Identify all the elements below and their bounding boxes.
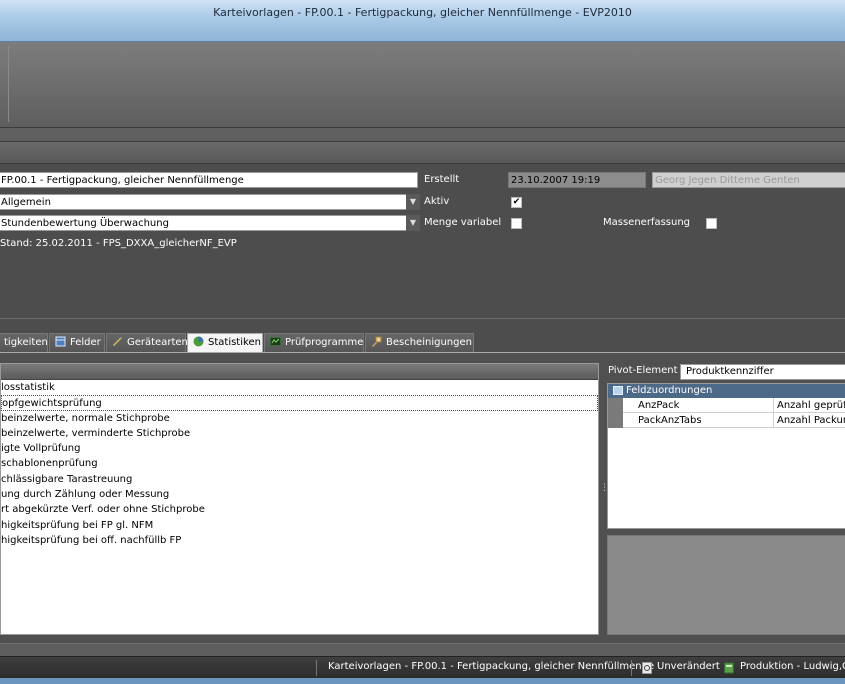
database-icon — [724, 662, 735, 674]
ribbon-separator — [8, 46, 9, 122]
chart-icon — [193, 336, 204, 347]
cell-key[interactable]: AnzPack — [638, 398, 679, 413]
field-mapping-grid[interactable]: Feldzuordnungen AnzPack Anzahl geprüft P… — [607, 383, 845, 529]
template-form: FP.00.1 - Fertigpackung, gleicher Nennfü… — [0, 164, 845, 318]
evaluation-dropdown-icon[interactable]: ▼ — [406, 215, 420, 231]
statusbar-divider — [316, 660, 317, 676]
category-select[interactable]: Allgemein — [0, 194, 407, 210]
window-title: Karteivorlagen - FP.00.1 - Fertigpackung… — [213, 6, 632, 19]
list-item[interactable]: higkeitsprüfung bei off. nachfüllb FP — [1, 533, 598, 548]
pivot-element-field[interactable]: Produktkennziffer — [680, 364, 845, 380]
statusbar-document: Karteivorlagen - FP.00.1 - Fertigpackung… — [328, 661, 655, 672]
aktiv-label: Aktiv — [424, 196, 450, 207]
menge-variabel-checkbox[interactable] — [511, 218, 522, 229]
aktiv-checkbox[interactable]: ✔ — [511, 197, 522, 208]
category-dropdown-icon[interactable]: ▼ — [406, 194, 420, 210]
row-indicator — [608, 413, 623, 428]
status-text: Stand: 25.02.2011 - FPS_DXXA_gleicherNF_… — [0, 238, 237, 249]
footer-band — [0, 643, 845, 656]
program-icon — [270, 336, 281, 347]
group-icon — [613, 386, 623, 395]
tab-statistiken[interactable]: Statistiken — [187, 333, 263, 353]
list-header — [1, 364, 598, 380]
statusbar-user: Produktion - Ludwig,Ge — [740, 661, 845, 672]
tab-bescheinigungen[interactable]: Bescheinigungen — [365, 333, 474, 353]
table-row[interactable]: PackAnzTabs Anzahl Packun — [608, 413, 845, 428]
created-date-field: 23.10.2007 19:19 — [508, 172, 646, 188]
section-band — [0, 128, 845, 142]
list-item[interactable]: beinzelwerte, verminderte Stichprobe — [1, 426, 598, 441]
massenerfassung-checkbox[interactable] — [706, 218, 717, 229]
name-field[interactable]: FP.00.1 - Fertigpackung, gleicher Nennfü… — [0, 172, 418, 188]
tab-taetigkeiten[interactable]: tigkeiten — [0, 333, 48, 353]
window-titlebar: Karteivorlagen - FP.00.1 - Fertigpackung… — [0, 0, 845, 42]
list-item[interactable]: ung durch Zählung oder Messung — [1, 487, 598, 502]
evaluation-select[interactable]: Stundenbewertung Überwachung — [0, 215, 407, 231]
menge-variabel-label: Menge variabel — [424, 217, 502, 228]
tab-pruefprogramme[interactable]: Prüfprogramme — [264, 333, 364, 353]
list-item[interactable]: losstatistik — [1, 380, 598, 395]
list-item[interactable]: chlässigbare Tarastreuung — [1, 472, 598, 487]
table-row[interactable]: AnzPack Anzahl geprüft — [608, 398, 845, 413]
list-item[interactable]: rt abgekürzte Verf. oder ohne Stichprobe — [1, 502, 598, 517]
tab-bar: tigkeiten Felder Gerätearten Statistiken… — [0, 318, 845, 353]
cell-key[interactable]: PackAnzTabs — [638, 413, 702, 428]
certificate-icon — [371, 336, 382, 347]
group-label: Feldzuordnungen — [626, 385, 713, 396]
statusbar-divider — [631, 660, 632, 676]
list-item[interactable]: schablonenprüfung — [1, 456, 598, 471]
tab-felder[interactable]: Felder — [49, 333, 105, 353]
tab-label: Statistiken — [208, 337, 261, 348]
ribbon-toolbar — [0, 42, 845, 128]
massenerfassung-label: Massenerfassung — [603, 217, 691, 228]
tab-label: Gerätearten — [127, 337, 188, 348]
document-state-icon — [642, 662, 653, 674]
list-item[interactable]: igte Vollprüfung — [1, 441, 598, 456]
list-item[interactable]: beinzelwerte, normale Stichprobe — [1, 411, 598, 426]
created-by-field: Georg Jegen Ditteme Genten — [652, 172, 845, 188]
grid-icon — [55, 336, 66, 347]
statistics-list[interactable]: losstatistik opfgewichtsprüfung beinzelw… — [0, 363, 599, 635]
tab-label: tigkeiten — [4, 337, 48, 348]
statistics-panel: losstatistik opfgewichtsprüfung beinzelw… — [0, 352, 845, 643]
cell-value[interactable]: Anzahl geprüft — [773, 398, 845, 413]
list-item[interactable]: higkeitsprüfung bei FP gl. NFM — [1, 518, 598, 533]
statusbar-state: Unverändert — [657, 661, 720, 672]
tab-label: Felder — [70, 337, 101, 348]
row-indicator — [608, 398, 623, 413]
status-bar: Karteivorlagen - FP.00.1 - Fertigpackung… — [0, 656, 845, 678]
list-item-selected[interactable]: opfgewichtsprüfung — [1, 395, 598, 411]
tab-label: Prüfprogramme — [285, 337, 364, 348]
pivot-label: Pivot-Element — [608, 365, 678, 376]
created-label: Erstellt — [424, 174, 460, 185]
tab-label: Bescheinigungen — [386, 337, 472, 348]
section-header — [0, 142, 845, 164]
tab-geraetearten[interactable]: Gerätearten — [106, 333, 188, 353]
group-row-feldzuordnungen[interactable]: Feldzuordnungen — [608, 384, 845, 398]
cell-value[interactable]: Anzahl Packun — [773, 413, 845, 428]
pencil-icon — [112, 336, 123, 347]
window-bottom-edge — [0, 678, 845, 684]
preview-area — [607, 535, 845, 635]
